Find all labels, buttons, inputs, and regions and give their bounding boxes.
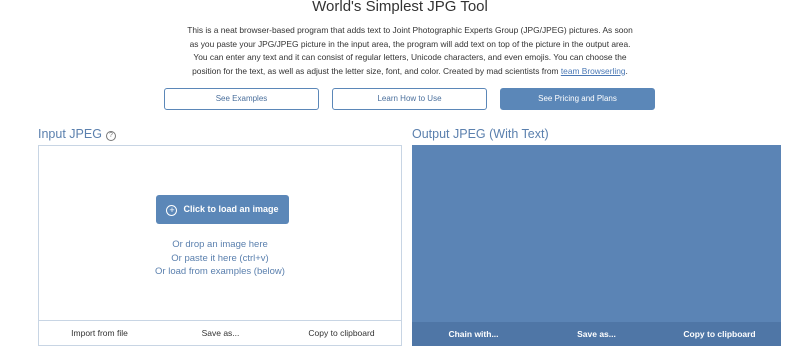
- page: World's Simplest JPG Tool This is a neat…: [0, 0, 800, 352]
- drop-instructions: Or drop an image here Or paste it here (…: [39, 238, 401, 279]
- input-save-as-button[interactable]: Save as...: [160, 321, 281, 345]
- input-title-text: Input JPEG: [38, 127, 102, 141]
- examples-line: Or load from examples (below): [155, 266, 285, 277]
- input-area[interactable]: + Click to load an image Or drop an image…: [38, 145, 402, 346]
- see-pricing-button[interactable]: See Pricing and Plans: [500, 88, 655, 110]
- output-panel-title: Output JPEG (With Text): [412, 127, 549, 141]
- help-circle-icon[interactable]: ?: [105, 131, 116, 141]
- output-footer: Chain with... Save as... Copy to clipboa…: [412, 322, 781, 346]
- plus-circle-icon: +: [166, 205, 178, 216]
- learn-how-to-use-button[interactable]: Learn How to Use: [332, 88, 487, 110]
- intro-text: This is a neat browser-based program tha…: [150, 24, 670, 78]
- output-area: Chain with... Save as... Copy to clipboa…: [412, 145, 781, 346]
- input-footer: Import from file Save as... Copy to clip…: [39, 320, 401, 345]
- input-copy-clipboard-button[interactable]: Copy to clipboard: [281, 321, 402, 345]
- drop-line: Or drop an image here: [172, 239, 268, 250]
- intro-line-last: position for the text, as well as adjust…: [150, 65, 670, 79]
- chain-with-button[interactable]: Chain with...: [412, 322, 535, 346]
- page-title: World's Simplest JPG Tool: [312, 0, 488, 15]
- intro-line: You can enter any text and it can consis…: [193, 52, 627, 63]
- load-image-button[interactable]: + Click to load an image: [156, 195, 289, 224]
- paste-line: Or paste it here (ctrl+v): [171, 252, 269, 264]
- input-panel-title: Input JPEG?: [38, 126, 116, 142]
- intro-line: position for the text, as well as adjust…: [192, 65, 561, 76]
- intro-end: .: [625, 65, 628, 76]
- browserling-link[interactable]: team Browserling: [561, 66, 626, 76]
- output-copy-clipboard-button[interactable]: Copy to clipboard: [658, 322, 781, 346]
- intro-line: as you paste your JPG/JPEG picture in th…: [189, 38, 631, 49]
- intro-line: This is a neat browser-based program tha…: [187, 25, 633, 35]
- import-from-file-button[interactable]: Import from file: [39, 321, 160, 345]
- output-save-as-button[interactable]: Save as...: [535, 322, 658, 346]
- load-image-label: Click to load an image: [183, 204, 279, 214]
- see-examples-button[interactable]: See Examples: [164, 88, 319, 110]
